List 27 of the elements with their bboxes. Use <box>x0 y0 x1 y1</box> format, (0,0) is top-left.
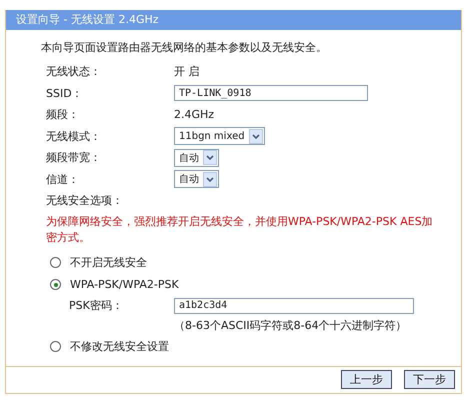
radio-label[interactable]: 不开启无线安全 <box>70 255 147 270</box>
field-label: 频段带宽： <box>46 150 102 166</box>
hint-text: （8-63个ASCII码字符或8-64个十六进制字符） <box>173 318 408 334</box>
password-field[interactable]: a1b2c3d4 <box>174 298 414 314</box>
next-button[interactable]: 下一步 <box>404 370 455 388</box>
dropdown[interactable]: 自动 <box>174 170 219 188</box>
window-title: 设置向导 - 无线设置 2.4GHz <box>6 10 461 30</box>
ssid-field[interactable]: TP-LINK_0918 <box>174 85 368 102</box>
field-value: 2.4GHz <box>174 108 214 122</box>
dropdown[interactable]: 11bgn mixed <box>174 127 265 146</box>
field-label: 无线状态： <box>46 64 102 80</box>
radio-label[interactable]: WPA-PSK/WPA2-PSK <box>70 278 179 291</box>
dropdown[interactable]: 自动 <box>174 148 219 167</box>
field-value: 开 启 <box>174 64 200 80</box>
field-label: SSID： <box>46 86 84 101</box>
radio-button[interactable] <box>50 257 61 268</box>
section-label: 无线安全选项： <box>46 193 123 208</box>
field-label: 无线模式： <box>46 128 102 144</box>
radio-label[interactable]: 不修改无线安全设置 <box>70 339 169 354</box>
intro-text: 本向导页面设置路由器无线网络的基本参数以及无线安全。 <box>41 40 328 56</box>
field-label: 信道： <box>46 172 80 187</box>
field-label: 频段： <box>46 107 80 122</box>
field-label: PSK密码： <box>69 298 124 313</box>
back-button[interactable]: 上一步 <box>341 370 392 388</box>
radio-button[interactable] <box>50 341 61 352</box>
radio-button[interactable] <box>50 279 61 290</box>
warning-text: 为保障网络安全，强烈推荐开启无线安全，并使用WPA-PSK/WPA2-PSK AES加密方式。 <box>45 214 434 246</box>
